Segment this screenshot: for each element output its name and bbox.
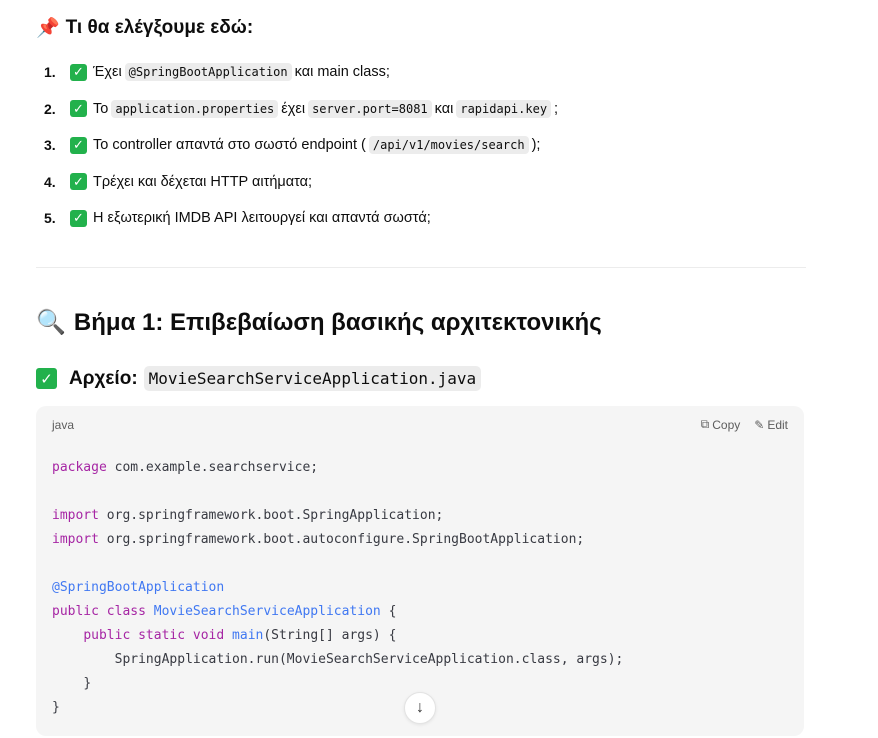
code-token: @SpringBootApplication: [52, 580, 225, 595]
step1-heading-text: Βήμα 1: Επιβεβαίωση βασικής αρχιτεκτονικ…: [73, 308, 602, 336]
list-number: 4.: [44, 173, 56, 190]
inline-code: application.properties: [111, 99, 279, 118]
magnifier-icon: 🔍: [36, 309, 66, 336]
list-item: 1. ✓ Έχει @SpringBootApplication και mai…: [36, 54, 558, 91]
copy-label: Copy: [712, 417, 741, 432]
file-label: Αρχείο:: [69, 367, 138, 389]
check-mark-icon: ✓: [70, 63, 87, 81]
code-token: SpringApplication.run(MovieSearchService…: [114, 652, 624, 667]
check-mark-icon: ✓: [70, 209, 87, 227]
divider: [36, 267, 806, 268]
code-token: public: [52, 604, 99, 619]
scroll-down-button[interactable]: ↓: [404, 692, 436, 724]
list-text: Το controller απαντά στο σωστό endpoint …: [93, 137, 366, 154]
code-token: import: [52, 508, 99, 523]
checks-heading-text: Τι θα ελέγξουμε εδώ:: [65, 17, 254, 38]
list-text: έχει: [281, 100, 306, 117]
list-text: και main class;: [294, 64, 390, 81]
code-token: package: [52, 460, 107, 475]
copy-icon: ⧉: [700, 417, 710, 431]
code-token: }: [52, 700, 60, 715]
code-token: import: [52, 532, 99, 547]
code-block: java ⧉ Copy ✎ Edit package com.example.s…: [36, 406, 804, 736]
code-token: main: [232, 628, 264, 643]
pencil-icon: ✎: [754, 417, 765, 432]
check-mark-icon: ✓: [70, 136, 87, 154]
check-mark-icon: ✓: [70, 173, 87, 191]
code-token: class: [106, 604, 146, 619]
inline-code: @SpringBootApplication: [124, 63, 292, 82]
list-number: 3.: [44, 137, 56, 154]
checks-list: 1. ✓ Έχει @SpringBootApplication και mai…: [36, 54, 558, 237]
copy-button[interactable]: ⧉ Copy: [701, 417, 741, 432]
file-name-code: MovieSearchServiceApplication.java: [143, 366, 482, 391]
list-number: 5.: [44, 210, 56, 227]
list-text: ;: [554, 100, 559, 117]
list-number: 1.: [44, 64, 56, 81]
code-toolbar: ⧉ Copy ✎ Edit: [701, 417, 788, 432]
code-token: void: [192, 628, 225, 643]
inline-code: /api/v1/movies/search: [368, 136, 529, 155]
list-text: και: [434, 100, 454, 117]
code-token: static: [138, 628, 186, 643]
file-heading: ✓ Αρχείο: MovieSearchServiceApplication.…: [36, 366, 482, 391]
list-item: 4. ✓ Τρέχει και δέχεται HTTP αιτήματα;: [36, 164, 558, 201]
arrow-down-icon: ↓: [416, 699, 424, 716]
code-token: }: [83, 676, 92, 691]
code-token: org.springframework.boot.autoconfigure.S…: [98, 532, 585, 547]
list-item: 5. ✓ Η εξωτερική IMDB API λειτουργεί και…: [36, 200, 558, 237]
edit-label: Edit: [767, 417, 788, 432]
code-token: MovieSearchServiceApplication: [153, 604, 381, 619]
list-number: 2.: [44, 100, 56, 117]
check-mark-icon: ✓: [36, 368, 57, 389]
code-token: {: [380, 604, 397, 619]
edit-button[interactable]: ✎ Edit: [754, 417, 788, 432]
list-text: Έχει: [93, 64, 122, 81]
list-text: Το: [93, 100, 109, 117]
code-content: package com.example.searchservice; impor…: [52, 456, 623, 720]
list-text: );: [531, 137, 541, 154]
inline-code: rapidapi.key: [456, 99, 552, 118]
code-token: (String[] args) {: [263, 628, 397, 643]
check-mark-icon: ✓: [70, 100, 87, 118]
pushpin-icon: 📌: [36, 18, 60, 39]
step1-heading: 🔍 Βήμα 1: Επιβεβαίωση βασικής αρχιτεκτον…: [36, 308, 602, 337]
inline-code: server.port=8081: [308, 99, 432, 118]
list-item: 3. ✓ Το controller απαντά στο σωστό endp…: [36, 127, 558, 164]
list-text: Τρέχει και δέχεται HTTP αιτήματα;: [93, 173, 313, 190]
checks-heading: 📌 Τι θα ελέγξουμε εδώ:: [36, 16, 253, 40]
list-text: Η εξωτερική IMDB API λειτουργεί και απαν…: [93, 210, 431, 227]
code-language-label: java: [52, 418, 75, 432]
code-token: public: [83, 628, 131, 643]
list-item: 2. ✓ Το application.properties έχει serv…: [36, 91, 558, 128]
code-token: com.example.searchservice;: [106, 460, 319, 475]
code-token: org.springframework.boot.SpringApplicati…: [98, 508, 444, 523]
